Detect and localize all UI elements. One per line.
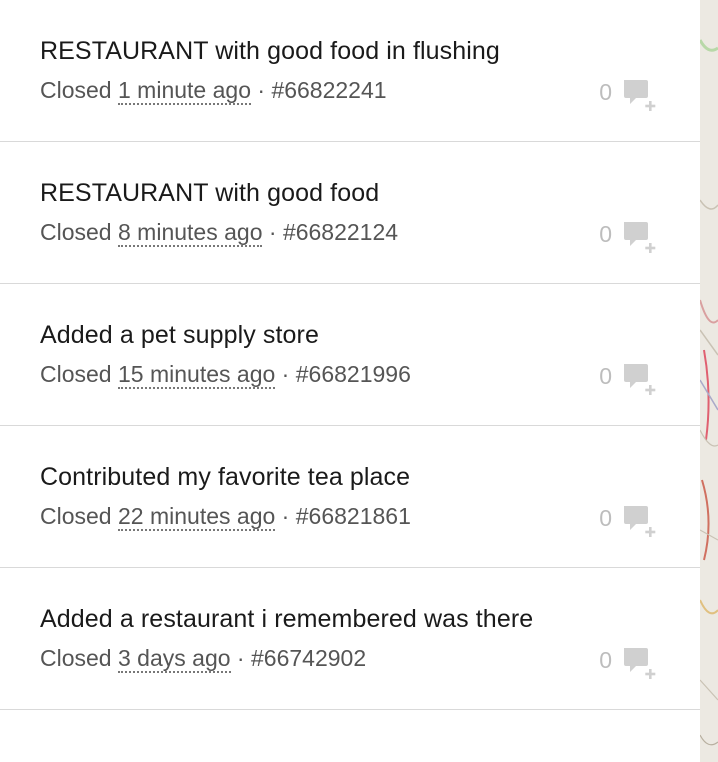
note-meta: Closed 3 days ago · #66742902 xyxy=(40,645,367,673)
note-title[interactable]: RESTAURANT with good food xyxy=(40,179,379,208)
comment-add-icon xyxy=(624,222,656,253)
note-id: #66822124 xyxy=(282,219,399,245)
note-title[interactable]: Contributed my favorite tea place xyxy=(40,463,410,492)
note-id: #66821996 xyxy=(295,361,411,387)
comment-count: 0 xyxy=(599,363,612,389)
note-comments: 0 xyxy=(599,504,658,538)
note-id: #66822241 xyxy=(271,77,387,103)
comment-add-icon xyxy=(624,80,656,111)
notes-list: RESTAURANT with good food in flushing Cl… xyxy=(0,0,700,710)
list-item[interactable]: RESTAURANT with good food in flushing Cl… xyxy=(0,0,700,142)
note-time: 15 minutes ago xyxy=(118,361,276,389)
note-status: Closed xyxy=(40,77,112,103)
comment-count: 0 xyxy=(599,505,612,531)
meta-separator: · xyxy=(281,503,290,529)
meta-separator: · xyxy=(236,645,245,671)
note-title[interactable]: Added a restaurant i remembered was ther… xyxy=(40,605,533,634)
meta-separator: · xyxy=(268,219,277,245)
note-meta: Closed 8 minutes ago · #66822124 xyxy=(40,219,399,247)
list-item[interactable]: Added a pet supply store Closed 15 minut… xyxy=(0,284,700,426)
note-comments: 0 xyxy=(599,78,658,112)
list-item[interactable]: RESTAURANT with good food Closed 8 minut… xyxy=(0,142,700,284)
comment-add-icon xyxy=(624,506,656,537)
note-id: #66742902 xyxy=(250,645,367,671)
note-title[interactable]: RESTAURANT with good food in flushing xyxy=(40,37,500,66)
note-meta: Closed 22 minutes ago · #66821861 xyxy=(40,503,411,531)
note-meta: Closed 1 minute ago · #66822241 xyxy=(40,77,387,105)
comment-count: 0 xyxy=(599,79,612,105)
note-comments: 0 xyxy=(599,646,658,680)
note-time: 8 minutes ago xyxy=(118,219,263,247)
comment-add-icon xyxy=(624,648,656,679)
comment-add-icon xyxy=(624,364,656,395)
note-time: 1 minute ago xyxy=(118,77,251,105)
comment-count: 0 xyxy=(599,647,612,673)
notes-panel: RESTAURANT with good food in flushing Cl… xyxy=(0,0,700,762)
note-meta: Closed 15 minutes ago · #66821996 xyxy=(40,361,411,389)
map-edge[interactable] xyxy=(700,0,718,762)
meta-separator: · xyxy=(257,77,266,103)
note-time: 3 days ago xyxy=(118,645,231,673)
note-status: Closed xyxy=(40,219,112,245)
note-comments: 0 xyxy=(599,220,658,254)
meta-separator: · xyxy=(281,361,290,387)
list-item[interactable]: Added a restaurant i remembered was ther… xyxy=(0,568,700,710)
list-item[interactable]: Contributed my favorite tea place Closed… xyxy=(0,426,700,568)
note-id: #66821861 xyxy=(295,503,411,529)
note-comments: 0 xyxy=(599,362,658,396)
note-status: Closed xyxy=(40,361,112,387)
note-status: Closed xyxy=(40,645,112,671)
note-title[interactable]: Added a pet supply store xyxy=(40,321,319,350)
comment-count: 0 xyxy=(599,221,612,247)
note-time: 22 minutes ago xyxy=(118,503,276,531)
map-background xyxy=(700,0,718,762)
note-status: Closed xyxy=(40,503,112,529)
